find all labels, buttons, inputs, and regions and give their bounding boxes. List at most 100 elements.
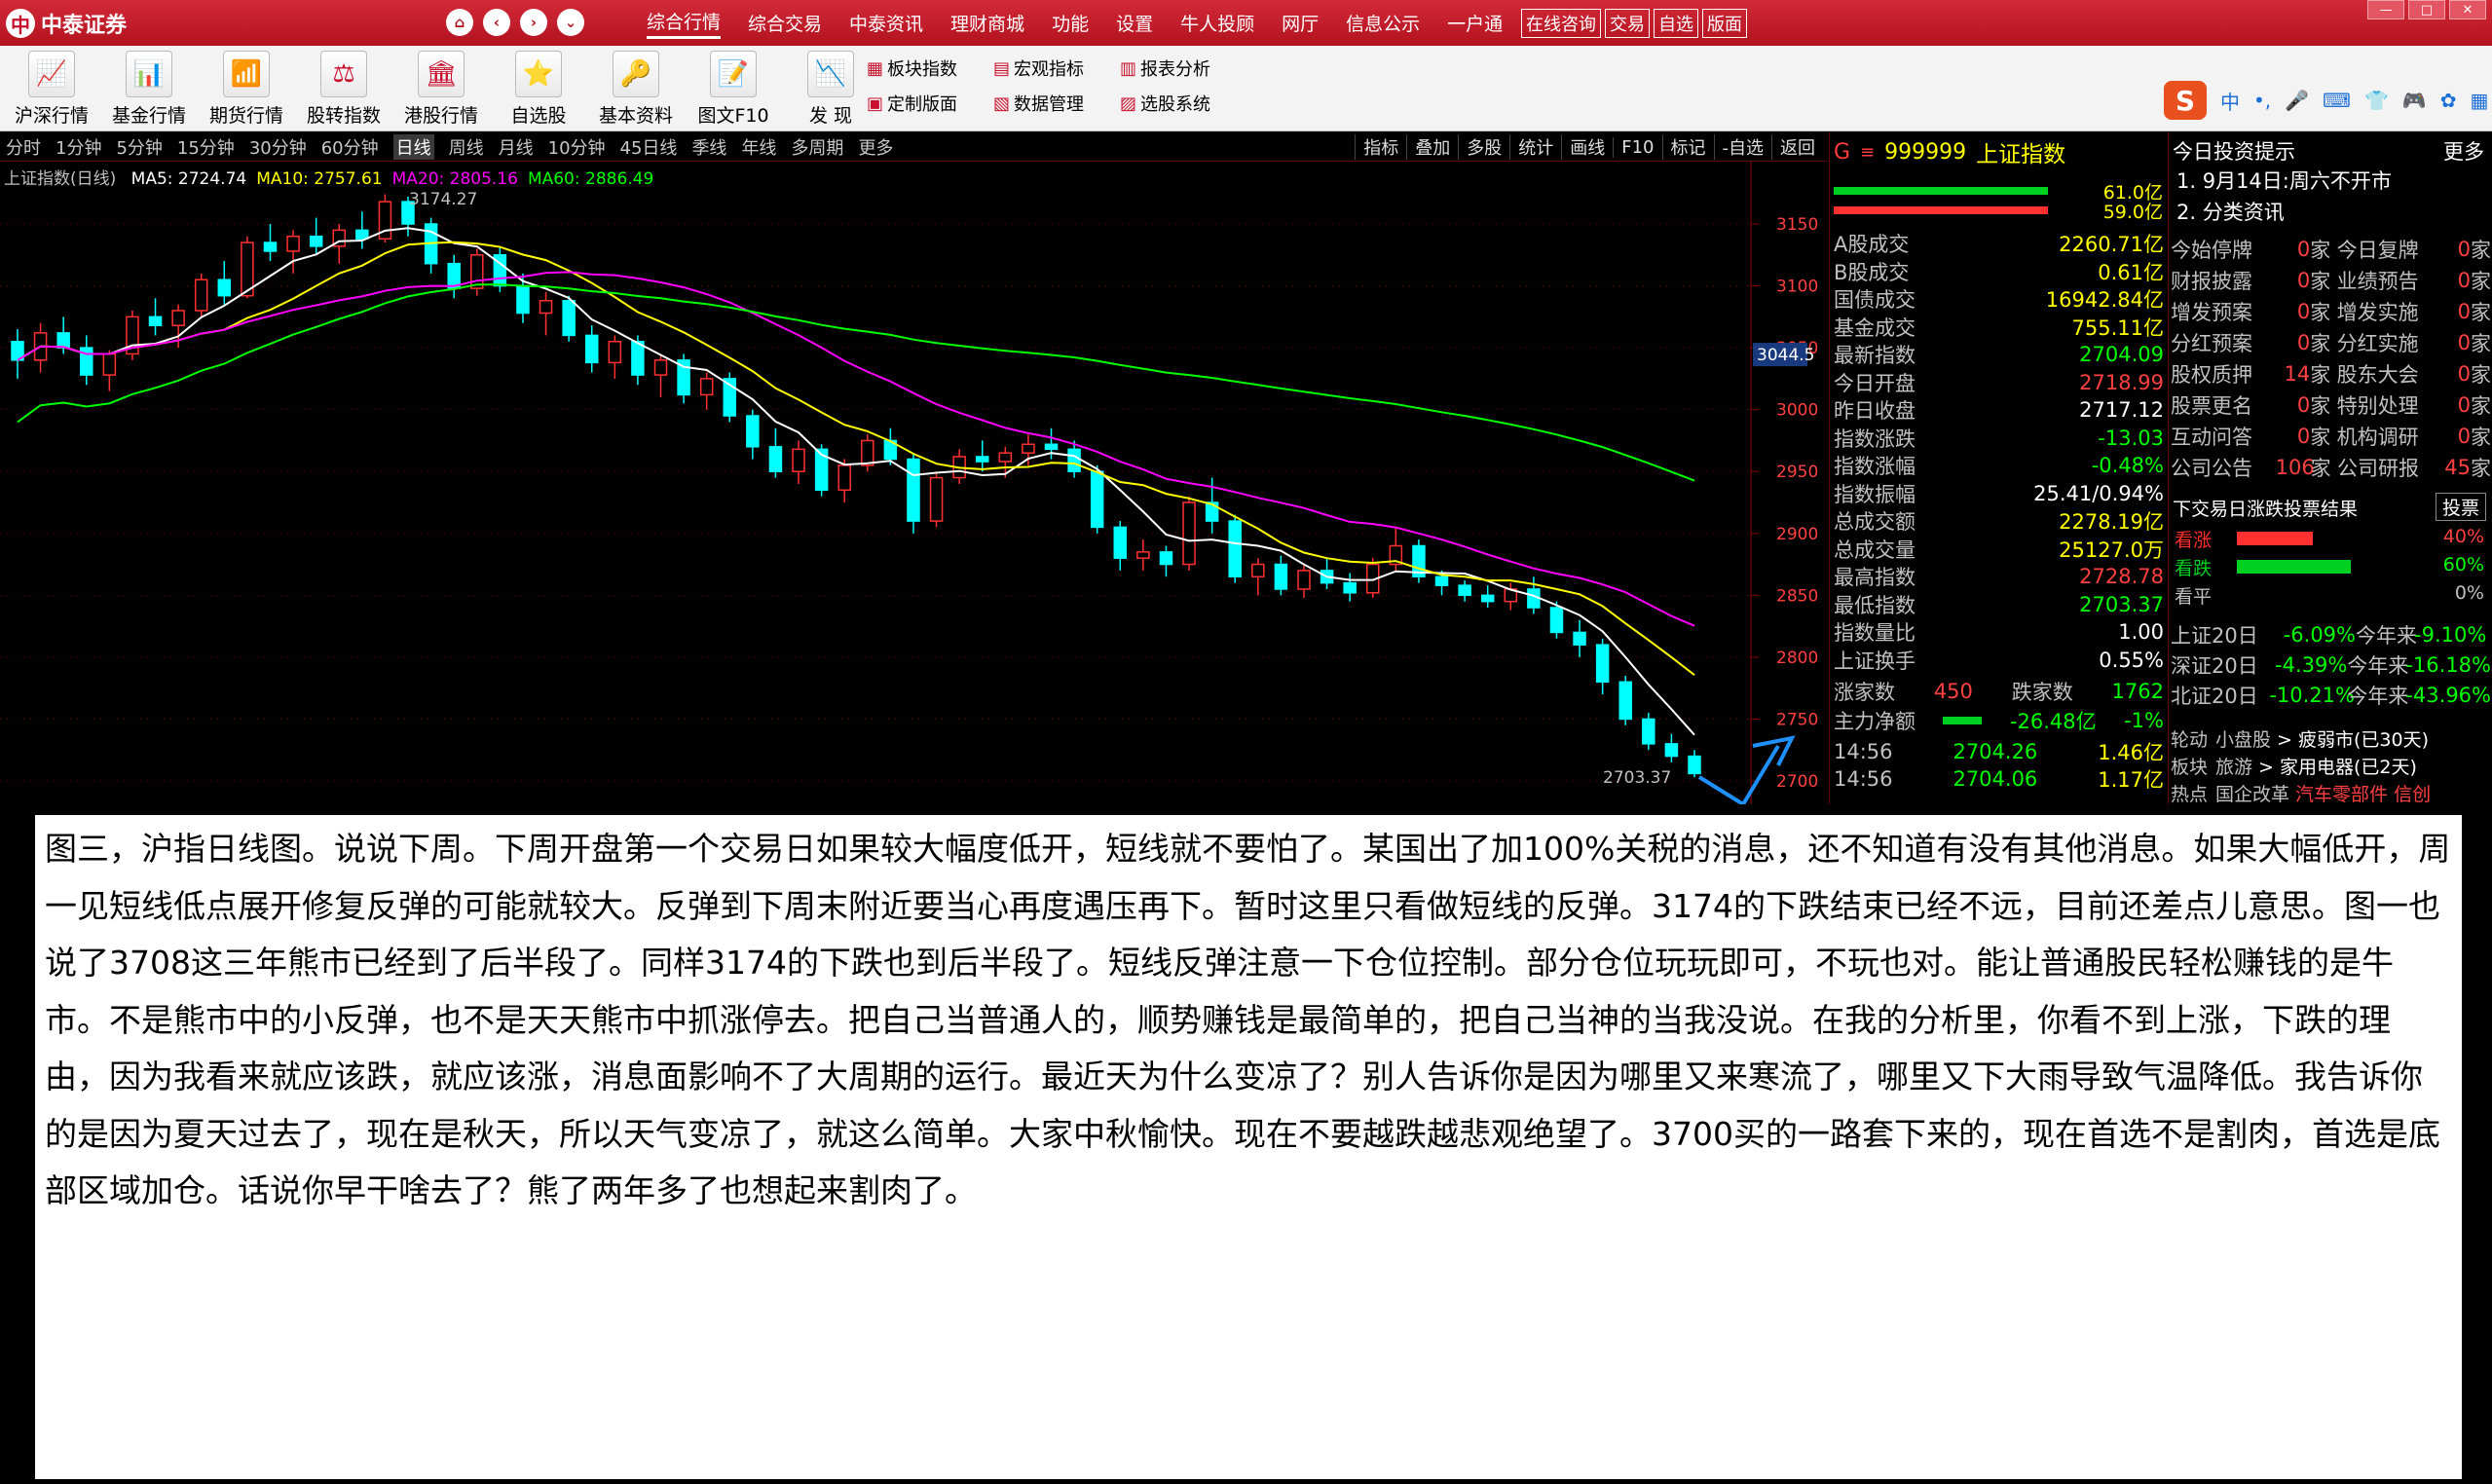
toolbar-button[interactable]: 🏛 港股行情 [397, 51, 485, 128]
toolbar-small-button[interactable]: ▥ 报表分析 [1120, 56, 1210, 81]
index-code: 999999 [1884, 139, 1967, 165]
candle-body [355, 229, 369, 241]
chart-tool-button[interactable]: F10 [1613, 136, 1661, 158]
top-menu-item[interactable]: 设置 [1116, 10, 1153, 36]
period-tab[interactable]: 多周期 [791, 134, 843, 160]
sogou-icon[interactable]: S [2164, 81, 2207, 120]
period-tab[interactable]: 年线 [741, 134, 776, 160]
toolbar-button[interactable]: 📉 发 现 [787, 51, 874, 128]
stat-row: 指数涨幅 -0.48% [1830, 452, 2168, 479]
chart-tool-button[interactable]: 指标 [1355, 134, 1406, 160]
event-label: 今始停牌 [2171, 239, 2252, 262]
period-tab[interactable]: 45日线 [620, 134, 678, 160]
perf-value: -16.18% [2405, 653, 2491, 677]
chart-tool-button[interactable]: 标记 [1661, 134, 1714, 160]
toolbar-button[interactable]: 📶 期货行情 [203, 51, 290, 128]
keyboard-icon[interactable]: ⌨ [2323, 89, 2351, 112]
chart-tool-button[interactable]: 返回 [1771, 134, 1823, 160]
box-menu-item[interactable]: 在线咨询 [1521, 9, 1601, 38]
period-tab[interactable]: 30分钟 [249, 134, 307, 160]
performance-row: 北证20日 -10.21% 今年来 -43.96% [2171, 680, 2491, 711]
top-menu-item[interactable]: 理财商城 [950, 10, 1024, 36]
ime-cn-icon[interactable]: 中 [2220, 87, 2240, 115]
menu-icon[interactable]: ≡ [1860, 142, 1875, 163]
kline-chart[interactable]: 3150310030503000295029002850280027502700… [0, 162, 1829, 804]
y-tick-label: 2950 [1776, 463, 1818, 482]
toolbar-small-button[interactable]: ▨ 选股系统 [1120, 91, 1210, 116]
stat-label: 指数振幅 [1834, 482, 1915, 506]
mic-icon[interactable]: 🎤 [2285, 89, 2309, 112]
top-menu-item[interactable]: 牛人投顾 [1180, 10, 1254, 36]
toolbar-button[interactable]: 📝 图文F10 [689, 51, 777, 128]
toolbar-small-button[interactable]: ▧ 数据管理 [993, 91, 1084, 116]
toolbar-small-button[interactable]: ▦ 板块指数 [867, 56, 957, 81]
toolbar-button[interactable]: ⚖ 股转指数 [300, 51, 388, 128]
toolbar-small-label: 定制版面 [887, 94, 958, 115]
chart-tool-button[interactable]: 叠加 [1406, 134, 1458, 160]
stat-value: 25.41/0.94% [2033, 481, 2164, 505]
box-menu-item[interactable]: 交易 [1605, 9, 1650, 38]
event-row[interactable]: 公司公告 106 家公司研报 45 家 [2171, 452, 2491, 483]
dropdown-icon[interactable]: ⌄ [557, 9, 584, 36]
toolbar-button[interactable]: 📈 沪深行情 [8, 51, 95, 128]
grid-icon[interactable]: ▦ [2471, 89, 2489, 112]
minimize-icon[interactable]: — [2367, 0, 2404, 19]
vote-bar [2237, 532, 2313, 545]
event-row[interactable]: 互动问答 0 家机构调研 0 家 [2171, 421, 2491, 452]
period-tab[interactable]: 日线 [392, 133, 434, 160]
info-more-link[interactable]: 更多 [2443, 136, 2484, 166]
info-item[interactable]: 2. 分类资讯 [2176, 197, 2285, 226]
home-icon[interactable]: ⌂ [446, 9, 473, 36]
event-row[interactable]: 分红预案 0 家分红实施 0 家 [2171, 327, 2491, 358]
period-tab[interactable]: 15分钟 [177, 134, 235, 160]
period-tab[interactable]: 更多 [858, 134, 893, 160]
ime-punct-icon[interactable]: •, [2253, 89, 2271, 112]
top-menu-item[interactable]: 综合行情 [647, 8, 722, 39]
tools-icon[interactable]: ✿ [2440, 89, 2457, 112]
toolbar-button[interactable]: 🔑 基本资料 [592, 51, 680, 128]
toolbar-button[interactable]: ⭐ 自选股 [495, 51, 582, 128]
info-item[interactable]: 1. 9月14日:周六不开市 [2176, 166, 2392, 195]
period-tab[interactable]: 季线 [691, 134, 726, 160]
period-tab[interactable]: 周线 [449, 134, 484, 160]
period-tab[interactable]: 分时 [6, 134, 41, 160]
event-row[interactable]: 股权质押 14 家股东大会 0 家 [2171, 358, 2491, 390]
event-row[interactable]: 股票更名 0 家特别处理 0 家 [2171, 390, 2491, 421]
shirt-icon[interactable]: 👕 [2364, 89, 2389, 112]
candle-body [907, 458, 920, 522]
back-icon[interactable]: ‹ [483, 9, 510, 36]
toolbar-small-button[interactable]: ▣ 定制版面 [867, 91, 957, 116]
chart-tool-button[interactable]: 多股 [1458, 134, 1509, 160]
chart-tool-button[interactable]: 画线 [1561, 134, 1613, 160]
event-count: 0 [2457, 393, 2471, 417]
event-row[interactable]: 财报披露 0 家业绩预告 0 家 [2171, 265, 2491, 296]
box-menu-item[interactable]: 版面 [1702, 9, 1747, 38]
event-row[interactable]: 今始停牌 0 家今日复牌 0 家 [2171, 234, 2491, 265]
period-tab[interactable]: 60分钟 [321, 134, 379, 160]
chart-tool-button[interactable]: 统计 [1509, 134, 1561, 160]
candle-body [975, 456, 989, 463]
close-icon[interactable]: ✕ [2449, 0, 2486, 19]
top-menu-item[interactable]: 中泰资讯 [849, 10, 923, 36]
vote-button[interactable]: 投票 [2435, 493, 2486, 521]
y-tick-label: 3100 [1776, 278, 1818, 297]
top-menu-item[interactable]: 网厅 [1282, 10, 1319, 36]
period-tab[interactable]: 5分钟 [116, 134, 162, 160]
game-icon[interactable]: 🎮 [2402, 89, 2427, 112]
box-menu-item[interactable]: 自选 [1654, 9, 1698, 38]
period-tab[interactable]: 月线 [499, 134, 534, 160]
forward-icon[interactable]: › [520, 9, 547, 36]
candle-body [1067, 448, 1081, 472]
perf-value: -43.96% [2405, 684, 2491, 707]
event-row[interactable]: 增发预案 0 家增发实施 0 家 [2171, 296, 2491, 327]
top-menu-item[interactable]: 综合交易 [748, 10, 822, 36]
top-menu-item[interactable]: 信息公示 [1346, 10, 1420, 36]
toolbar-small-button[interactable]: ▤ 宏观指标 [993, 56, 1084, 81]
toolbar-button[interactable]: 📊 基金行情 [105, 51, 193, 128]
top-menu-item[interactable]: 一户通 [1447, 10, 1503, 36]
top-menu-item[interactable]: 功能 [1052, 10, 1089, 36]
period-tab[interactable]: 1分钟 [56, 134, 101, 160]
period-tab[interactable]: 10分钟 [548, 134, 606, 160]
chart-tool-button[interactable]: -自选 [1713, 134, 1772, 160]
maximize-icon[interactable]: □ [2408, 0, 2445, 19]
